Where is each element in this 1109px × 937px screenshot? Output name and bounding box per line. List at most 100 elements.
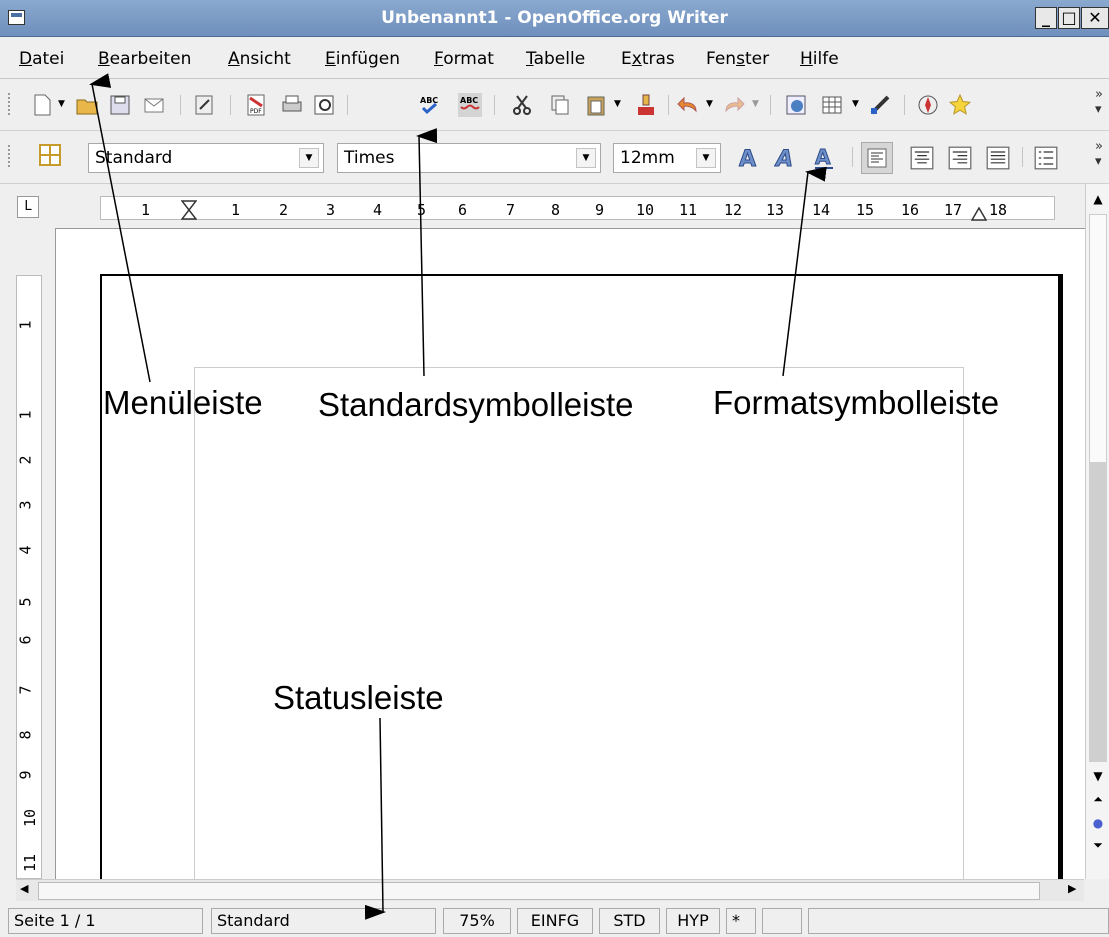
ruler-label: 4: [373, 201, 383, 219]
paragraph-style-select[interactable]: Standard ▼: [88, 143, 324, 173]
standard-toolbar: ▼ PDF ABC ABC ▼ ▼ ▼ ▼ » ▾: [0, 79, 1109, 131]
font-name-select[interactable]: Times ▼: [337, 143, 601, 173]
save-icon[interactable]: [108, 93, 132, 117]
menu-item[interactable]: Extras: [621, 49, 675, 69]
scroll-left-icon[interactable]: ◀: [20, 882, 28, 895]
ruler-label: 8: [16, 730, 35, 740]
styles-formatting-icon[interactable]: [38, 143, 62, 167]
bold-icon[interactable]: A: [737, 146, 761, 171]
menu-item[interactable]: Tabelle: [526, 49, 585, 69]
edit-file-icon[interactable]: [192, 93, 216, 117]
maximize-button[interactable]: □: [1058, 7, 1080, 29]
ruler-label: 10: [636, 201, 655, 219]
underline-icon[interactable]: A: [812, 146, 836, 170]
page-style-field[interactable]: Standard: [211, 908, 436, 934]
ruler-label: 13: [766, 201, 785, 219]
menu-item[interactable]: Einfügen: [325, 49, 400, 69]
scrollbar-track[interactable]: [1089, 462, 1107, 762]
selection-mode-field[interactable]: STD: [599, 908, 660, 934]
vertical-scrollbar[interactable]: ▲ ▼ ⏶ ● ⏷: [1085, 184, 1109, 879]
tab-stop-selector[interactable]: L: [17, 196, 39, 218]
paragraph-style-value: Standard: [95, 148, 173, 168]
status-bar: Seite 1 / 1 Standard 75% EINFG STD HYP *: [0, 903, 1109, 937]
previous-page-icon[interactable]: ⏶: [1089, 790, 1107, 808]
menu-item[interactable]: Datei: [19, 49, 64, 69]
print-icon[interactable]: [280, 93, 304, 117]
navigation-icon[interactable]: ●: [1089, 814, 1107, 832]
chevron-down-icon[interactable]: ▼: [299, 148, 319, 168]
italic-icon[interactable]: A: [774, 146, 798, 171]
scrollbar-thumb[interactable]: [38, 882, 1040, 900]
right-indent-marker-icon[interactable]: [971, 207, 987, 221]
next-page-icon[interactable]: ⏷: [1089, 836, 1107, 854]
toolbar-more-icon[interactable]: » ▾: [1095, 139, 1103, 169]
menu-item[interactable]: Fenster: [706, 49, 769, 69]
gallery-icon[interactable]: [948, 93, 972, 117]
minimize-button[interactable]: _: [1035, 7, 1057, 29]
zoom-field[interactable]: 75%: [443, 908, 511, 934]
dropdown-arrow-icon[interactable]: ▼: [706, 99, 713, 109]
toolbar-grip[interactable]: [8, 145, 12, 167]
email-icon[interactable]: [142, 93, 166, 117]
ruler-label: 11: [21, 853, 40, 873]
annotation-standard-toolbar: Standardsymbolleiste: [318, 386, 634, 423]
auto-spellcheck-icon[interactable]: ABC: [458, 93, 482, 117]
svg-text:ABC: ABC: [460, 96, 478, 105]
svg-text:A: A: [815, 146, 831, 169]
scroll-right-icon[interactable]: ▶: [1068, 882, 1076, 895]
menu-item[interactable]: Bearbeiten: [98, 49, 191, 69]
dropdown-arrow-icon[interactable]: ▼: [614, 99, 621, 109]
page-text-boundary[interactable]: [194, 367, 964, 879]
page-count-field[interactable]: Seite 1 / 1: [8, 908, 203, 934]
ruler-label: 17: [944, 201, 963, 219]
scroll-up-icon[interactable]: ▲: [1089, 190, 1107, 208]
export-pdf-icon[interactable]: PDF: [244, 93, 268, 117]
hyperlink-dialog-icon[interactable]: [784, 93, 808, 117]
justify-icon[interactable]: [986, 146, 1010, 170]
table-icon[interactable]: [820, 93, 844, 117]
align-right-icon[interactable]: [948, 146, 972, 170]
spellcheck-icon[interactable]: ABC: [418, 93, 442, 117]
ruler-label: 7: [16, 685, 35, 695]
menu-item[interactable]: Ansicht: [228, 49, 291, 69]
scroll-down-icon[interactable]: ▼: [1089, 767, 1107, 785]
open-folder-icon[interactable]: [75, 93, 99, 117]
page-preview-icon[interactable]: [312, 93, 336, 117]
redo-icon[interactable]: [722, 93, 746, 117]
chevron-down-icon[interactable]: ▼: [576, 148, 596, 168]
clone-formatting-icon[interactable]: [634, 93, 658, 117]
close-button[interactable]: ✕: [1081, 7, 1109, 29]
toolbar-more-icon[interactable]: » ▾: [1095, 87, 1103, 117]
ruler-label: 5: [16, 597, 35, 607]
ruler-label: 6: [458, 201, 468, 219]
insert-mode-field[interactable]: EINFG: [517, 908, 593, 934]
navigator-icon[interactable]: [916, 93, 940, 117]
cut-icon[interactable]: [510, 93, 534, 117]
ruler-scale[interactable]: 1 1 2 3 4 5 6 7 8 9 10 11 12 13 14 15 16 17 18: [100, 196, 1055, 221]
align-left-button[interactable]: [861, 142, 893, 174]
menu-item[interactable]: Hilfe: [800, 49, 839, 69]
toolbar-grip[interactable]: [8, 93, 12, 115]
ruler-label: 1: [16, 410, 35, 420]
chevron-down-icon[interactable]: ▼: [696, 148, 716, 168]
ruler-label: 9: [16, 770, 35, 780]
undo-icon[interactable]: [676, 93, 700, 117]
new-document-icon[interactable]: [30, 93, 54, 117]
menu-item[interactable]: Format: [434, 49, 494, 69]
draw-functions-icon[interactable]: [868, 93, 892, 117]
paste-icon[interactable]: [584, 93, 608, 117]
indent-marker-icon[interactable]: [181, 200, 197, 220]
dropdown-arrow-icon[interactable]: ▼: [852, 99, 859, 109]
ruler-label: 18: [989, 201, 1008, 219]
horizontal-scrollbar[interactable]: ◀ ▶: [16, 879, 1084, 901]
dropdown-arrow-icon[interactable]: ▼: [58, 99, 65, 109]
numbering-icon[interactable]: [1034, 146, 1058, 170]
hyperlink-mode-field[interactable]: HYP: [666, 908, 720, 934]
font-size-select[interactable]: 12mm ▼: [613, 143, 721, 173]
copy-icon[interactable]: [548, 93, 572, 117]
vertical-ruler: 1 1 2 3 4 5 6 7 8 9 10 11: [16, 275, 42, 879]
signature-field[interactable]: [762, 908, 802, 934]
title-bar: Unbenannt1 - OpenOffice.org Writer _ □ ✕: [0, 0, 1109, 37]
align-center-icon[interactable]: [910, 146, 934, 170]
dropdown-arrow-icon[interactable]: ▼: [752, 99, 759, 109]
